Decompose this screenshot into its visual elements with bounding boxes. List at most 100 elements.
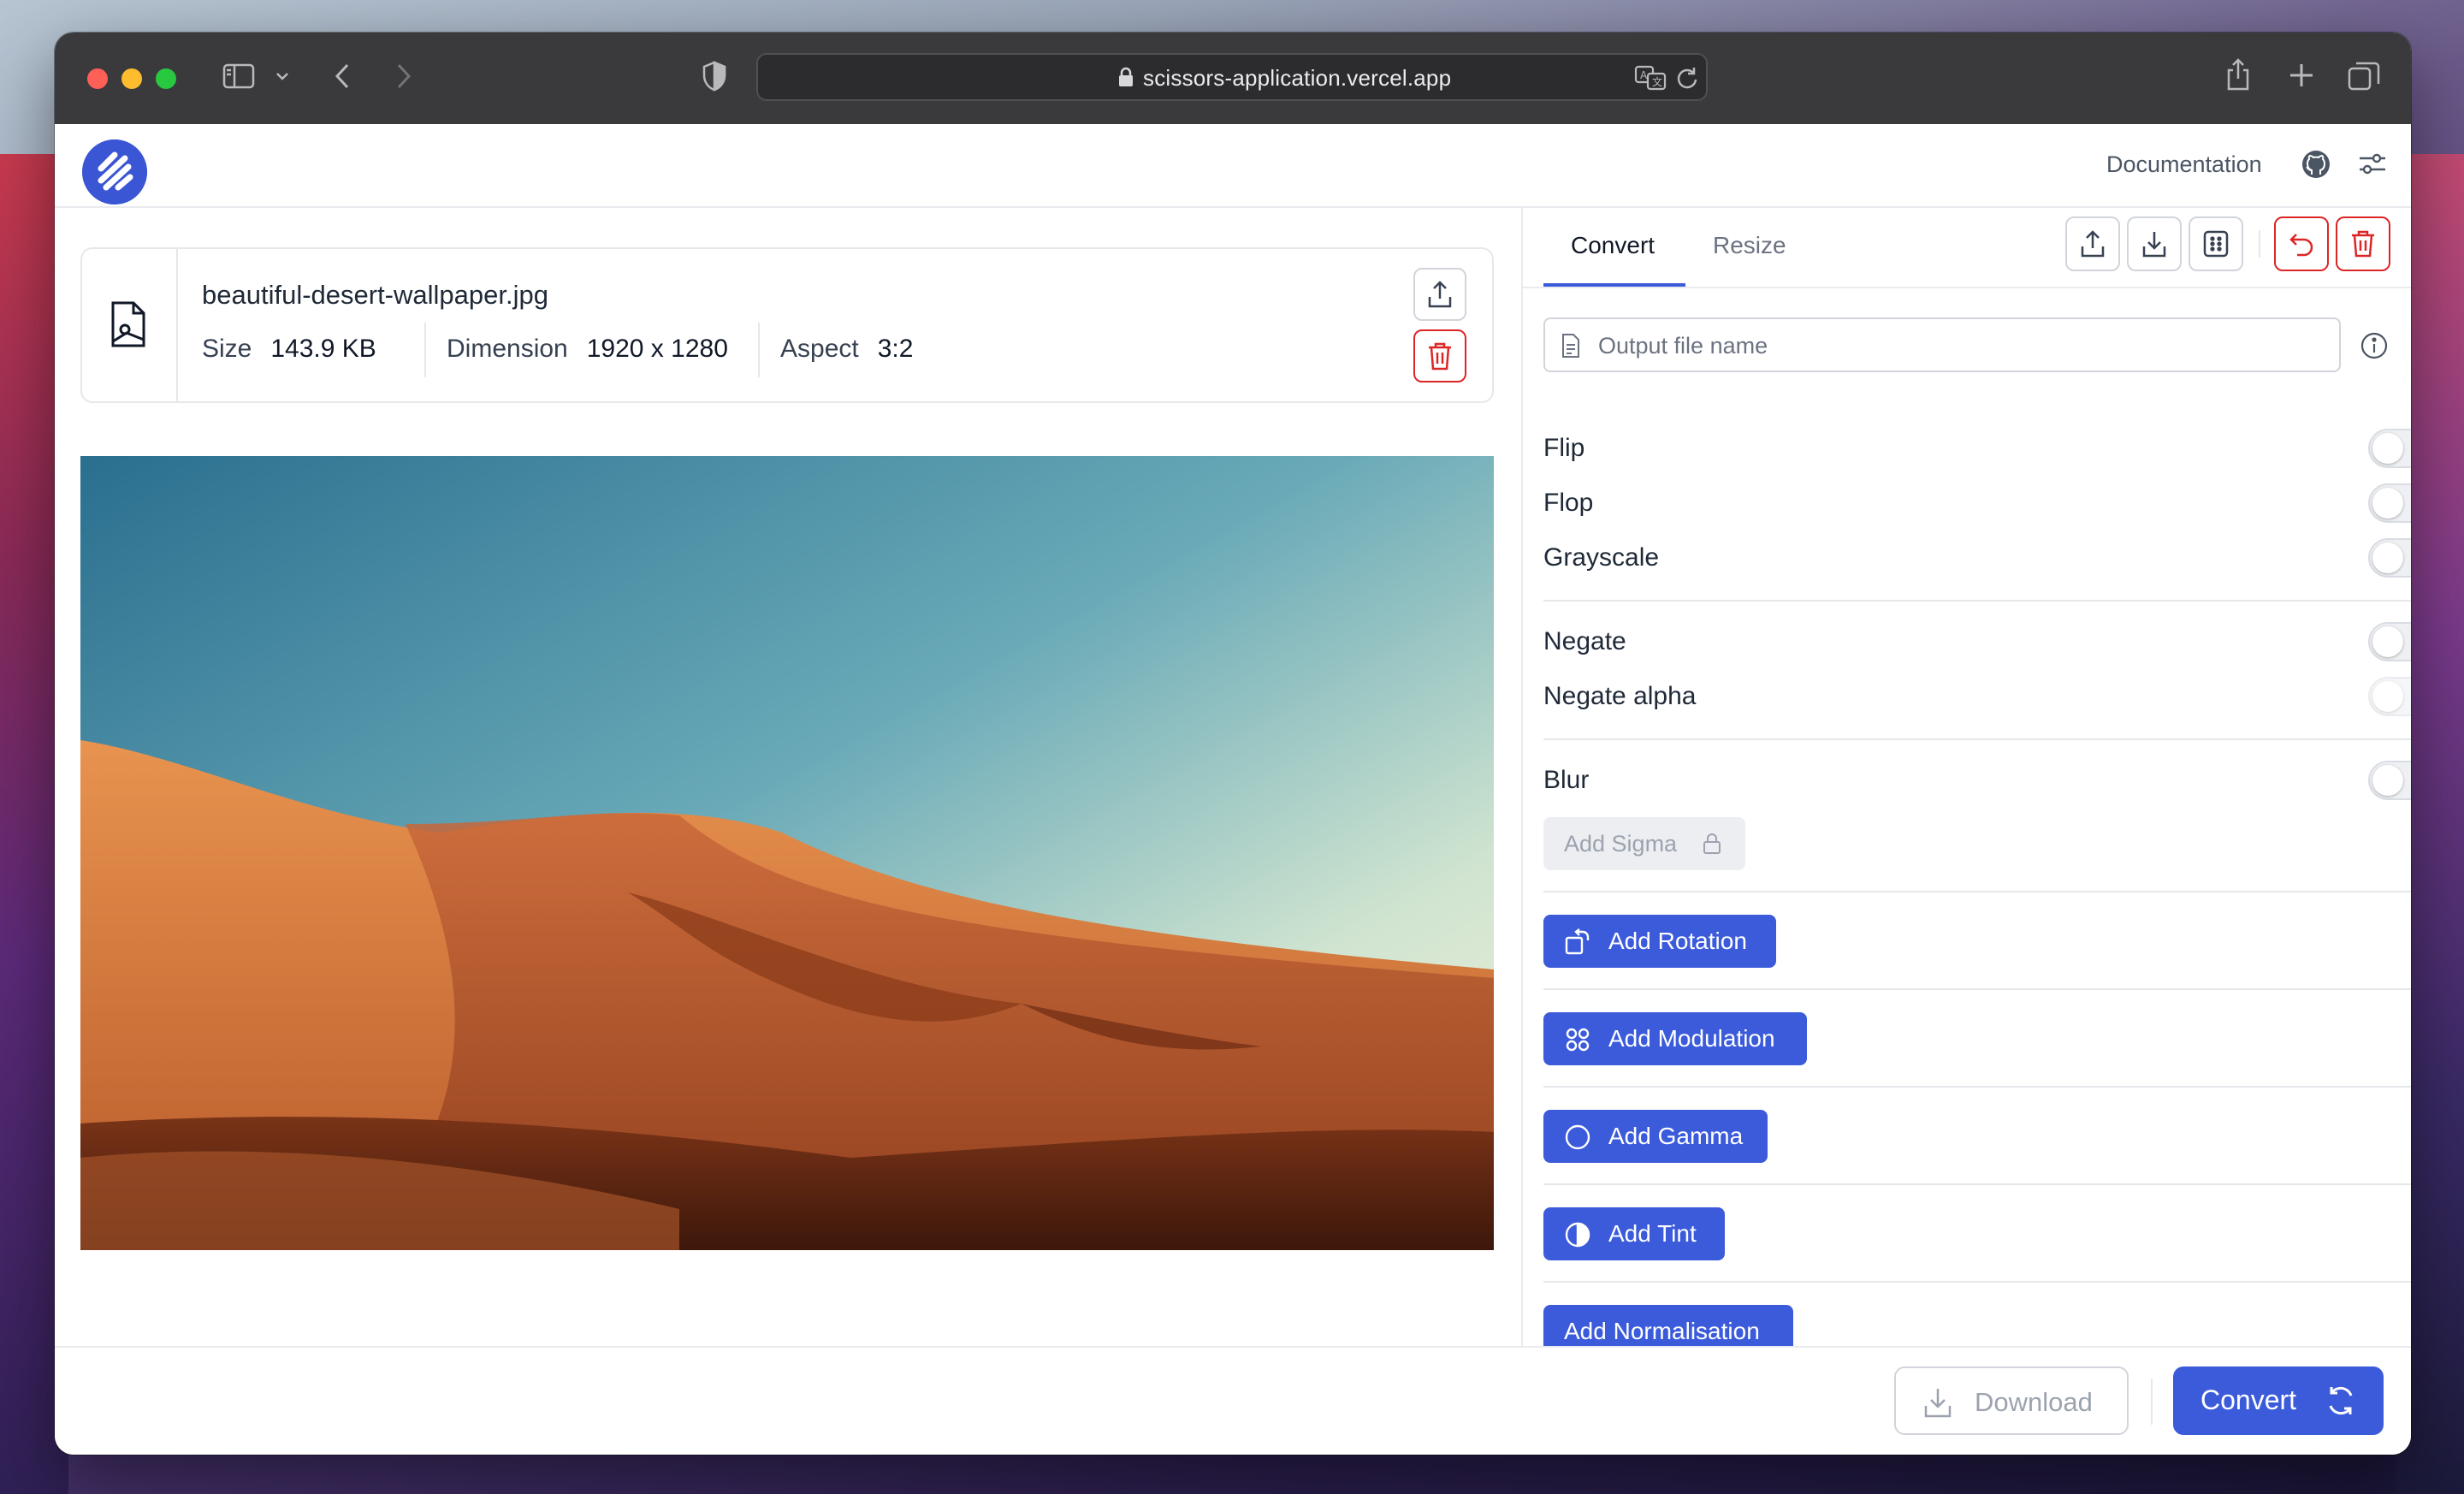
download-label: Download bbox=[1975, 1387, 2093, 1417]
section-divider bbox=[1543, 738, 2411, 740]
add-normalisation-label: Add Normalisation bbox=[1564, 1318, 1760, 1344]
action-footer: Download Convert bbox=[55, 1346, 2411, 1455]
browser-toolbar: scissors-application.vercel.app A 文 bbox=[55, 33, 2411, 125]
lock-icon bbox=[1119, 67, 1133, 86]
option-flip-label: Flip bbox=[1543, 434, 1585, 462]
output-filename-input[interactable] bbox=[1596, 328, 2327, 364]
download-settings-button[interactable] bbox=[2127, 216, 2182, 271]
option-grayscale-label: Grayscale bbox=[1543, 543, 1660, 572]
grid-dots-icon bbox=[2203, 230, 2229, 258]
option-flop-label: Flop bbox=[1543, 489, 1594, 517]
tab-convert[interactable]: Convert bbox=[1571, 232, 1655, 259]
app-logo[interactable] bbox=[82, 139, 147, 205]
document-icon bbox=[1562, 334, 1579, 358]
tabs-divider bbox=[1523, 287, 2411, 288]
add-rotation-button[interactable]: Add Rotation bbox=[1543, 915, 1776, 968]
clear-all-button[interactable] bbox=[2336, 216, 2390, 271]
trash-icon bbox=[2352, 230, 2374, 258]
flop-toggle[interactable] bbox=[2368, 483, 2411, 523]
flip-toggle[interactable] bbox=[2368, 429, 2411, 468]
settings-panel: Convert Resize Output file name Flip Flo… bbox=[1521, 208, 2411, 1358]
meta-divider bbox=[758, 323, 760, 377]
section-divider bbox=[1543, 600, 2411, 602]
image-file-icon bbox=[111, 301, 145, 347]
github-icon[interactable] bbox=[2301, 150, 2331, 179]
reload-icon[interactable] bbox=[1675, 65, 1699, 91]
back-icon[interactable] bbox=[332, 62, 352, 91]
download-icon bbox=[1924, 1389, 1952, 1418]
negate-toggle[interactable] bbox=[2368, 622, 2411, 661]
download-icon bbox=[2142, 232, 2166, 258]
info-icon[interactable] bbox=[2360, 331, 2389, 360]
settings-sliders-icon[interactable] bbox=[2358, 151, 2387, 177]
upload-icon bbox=[2081, 230, 2105, 258]
file-aspect: Aspect 3:2 bbox=[780, 335, 914, 363]
svg-text:文: 文 bbox=[1652, 75, 1662, 88]
option-negate-label: Negate bbox=[1543, 627, 1626, 655]
section-divider bbox=[1543, 1183, 2411, 1185]
chevron-down-icon[interactable] bbox=[274, 67, 291, 86]
convert-label: Convert bbox=[2200, 1384, 2297, 1415]
add-rotation-label: Add Rotation bbox=[1608, 928, 1747, 954]
add-modulation-button[interactable]: Add Modulation bbox=[1543, 1012, 1807, 1065]
trash-icon bbox=[1429, 342, 1451, 371]
undo-icon bbox=[2289, 234, 2313, 257]
add-modulation-label: Add Modulation bbox=[1608, 1025, 1775, 1052]
section-divider bbox=[1543, 891, 2411, 892]
translate-icon[interactable]: A 文 bbox=[1634, 63, 1667, 92]
url-text: scissors-application.vercel.app bbox=[1143, 65, 1452, 91]
meta-divider bbox=[424, 323, 426, 377]
add-sigma-button[interactable]: Add Sigma bbox=[1543, 817, 1745, 870]
browser-window: scissors-application.vercel.app A 文 Docu… bbox=[55, 33, 2411, 1455]
section-divider bbox=[1543, 1086, 2411, 1088]
option-blur-label: Blur bbox=[1543, 766, 1590, 794]
negate-alpha-toggle[interactable] bbox=[2368, 677, 2411, 716]
maximize-window-button[interactable] bbox=[156, 68, 176, 89]
add-tint-button[interactable]: Add Tint bbox=[1543, 1207, 1725, 1260]
close-window-button[interactable] bbox=[87, 68, 108, 89]
add-gamma-label: Add Gamma bbox=[1608, 1123, 1744, 1149]
privacy-shield-icon[interactable] bbox=[702, 60, 727, 92]
presets-button[interactable] bbox=[2189, 216, 2243, 271]
lock-icon bbox=[1703, 833, 1721, 854]
upload-image-button[interactable] bbox=[1413, 268, 1466, 321]
sidebar-toggle-icon[interactable] bbox=[222, 63, 255, 89]
documentation-link[interactable]: Documentation bbox=[2106, 151, 2262, 178]
tab-overview-icon[interactable] bbox=[2348, 60, 2380, 91]
rotate-icon bbox=[1565, 928, 1590, 955]
image-preview bbox=[80, 456, 1494, 1250]
file-size: Size 143.9 KB bbox=[202, 335, 376, 363]
app-header: Documentation bbox=[55, 124, 2411, 208]
section-divider bbox=[1543, 988, 2411, 990]
add-tint-label: Add Tint bbox=[1608, 1220, 1697, 1247]
remove-image-button[interactable] bbox=[1413, 329, 1466, 382]
address-bar[interactable]: scissors-application.vercel.app A 文 bbox=[756, 53, 1708, 101]
add-gamma-button[interactable]: Add Gamma bbox=[1543, 1110, 1768, 1163]
upload-icon bbox=[1428, 281, 1452, 308]
new-tab-icon[interactable] bbox=[2288, 62, 2315, 89]
active-tab-indicator bbox=[1543, 283, 1685, 287]
undo-button[interactable] bbox=[2274, 216, 2329, 271]
refresh-icon bbox=[2329, 1386, 2353, 1415]
circle-icon bbox=[1565, 1124, 1590, 1150]
convert-button[interactable]: Convert bbox=[2173, 1367, 2384, 1435]
option-negate-alpha-label: Negate alpha bbox=[1543, 682, 1697, 710]
blur-toggle[interactable] bbox=[2368, 761, 2411, 800]
forward-icon[interactable] bbox=[394, 62, 414, 91]
minimize-window-button[interactable] bbox=[121, 68, 142, 89]
share-icon[interactable] bbox=[2224, 56, 2252, 92]
upload-button[interactable] bbox=[2065, 216, 2120, 271]
file-dimension: Dimension 1920 x 1280 bbox=[447, 335, 728, 363]
modulation-icon bbox=[1566, 1028, 1590, 1052]
download-button[interactable]: Download bbox=[1894, 1367, 2129, 1435]
file-name: beautiful-desert-wallpaper.jpg bbox=[202, 280, 548, 310]
footer-divider bbox=[2151, 1378, 2153, 1425]
output-filename-field[interactable] bbox=[1543, 317, 2341, 372]
svg-text:A: A bbox=[1640, 69, 1648, 81]
file-icon-container bbox=[82, 249, 178, 401]
tab-resize[interactable]: Resize bbox=[1713, 232, 1786, 259]
file-info-card: beautiful-desert-wallpaper.jpg Size 143.9… bbox=[80, 247, 1494, 403]
toolbar-divider bbox=[2259, 230, 2260, 258]
grayscale-toggle[interactable] bbox=[2368, 538, 2411, 578]
image-panel: beautiful-desert-wallpaper.jpg Size 143.9… bbox=[55, 208, 1519, 1346]
